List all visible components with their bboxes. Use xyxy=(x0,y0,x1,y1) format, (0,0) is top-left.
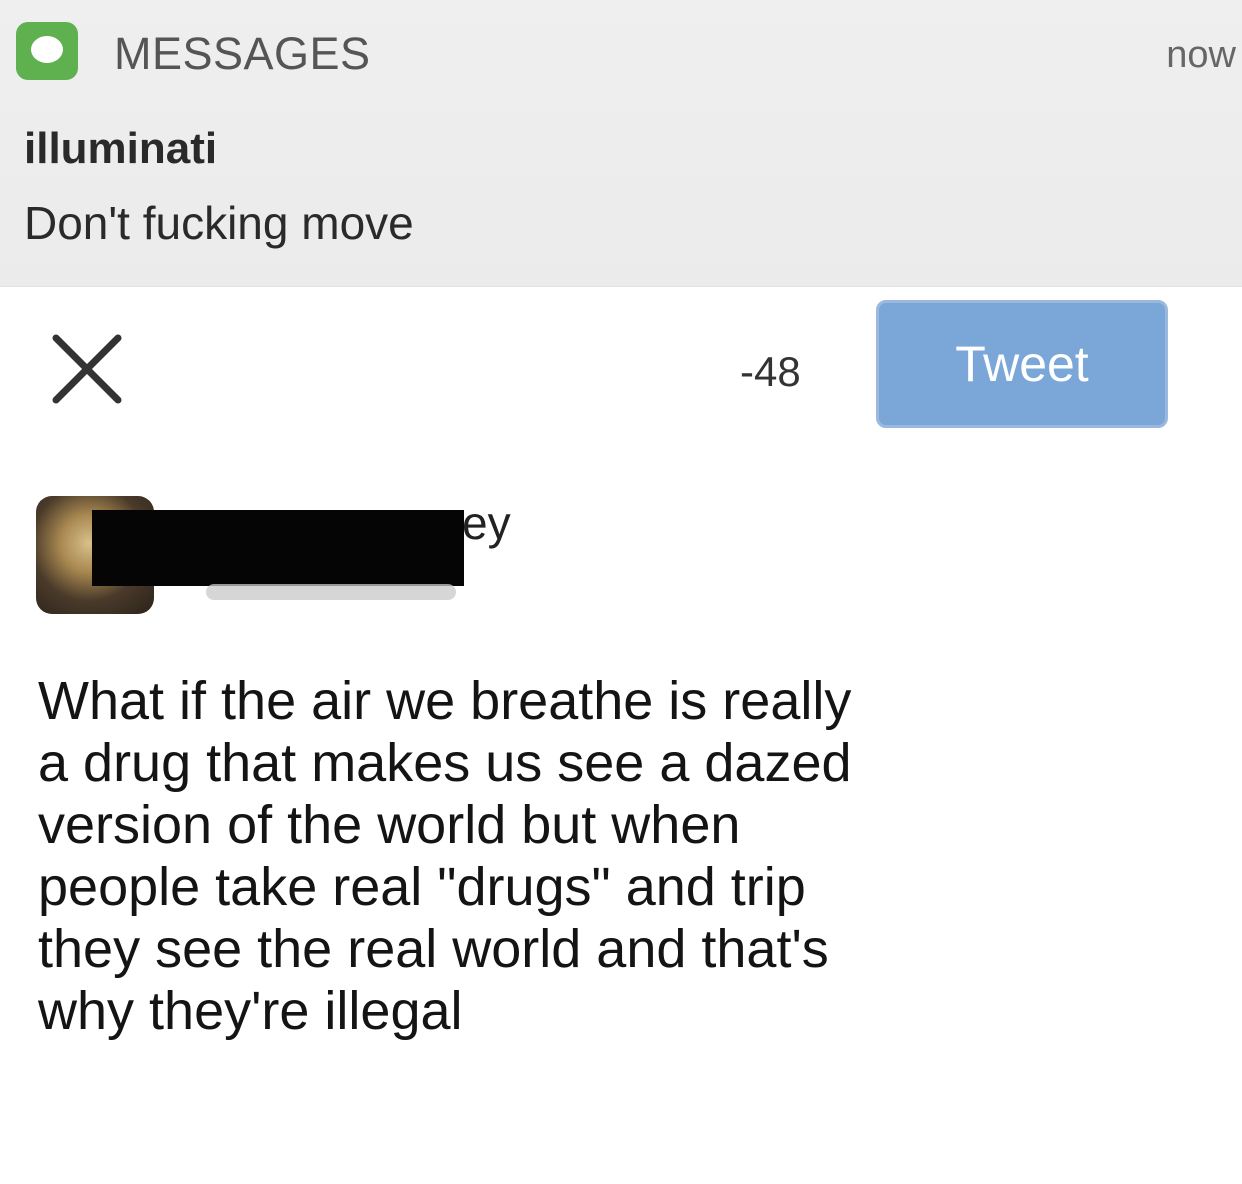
tweet-text-line: What if the air we breathe is really xyxy=(38,671,852,731)
tweet-text-line: people take real "drugs" and trip xyxy=(38,857,806,917)
close-icon[interactable] xyxy=(48,330,126,408)
tweet-text-area[interactable]: What if the air we breathe is really a d… xyxy=(38,670,1218,1042)
tweet-text-line: why they're illegal xyxy=(38,981,463,1041)
author-name-suffix: ey xyxy=(462,497,511,549)
tweet-text-line: they see the real world and that's xyxy=(38,919,829,979)
notification-message: Don't fucking move xyxy=(24,197,414,249)
tweet-text-line: a drug that makes us see a dazed xyxy=(38,733,852,793)
character-counter: -48 xyxy=(740,348,801,395)
notification-app-name: MESSAGES xyxy=(114,28,371,79)
notification-sender: illuminati xyxy=(24,124,218,173)
redacted-author-handle xyxy=(206,584,456,600)
messages-notification[interactable]: MESSAGES now illuminati Don't fucking mo… xyxy=(0,0,1242,287)
redacted-author-name xyxy=(92,510,464,586)
tweet-button[interactable]: Tweet xyxy=(876,300,1168,428)
notification-time: now xyxy=(1166,34,1236,76)
tweet-text-line: version of the world but when xyxy=(38,795,741,855)
messages-bubble-icon xyxy=(16,22,78,80)
